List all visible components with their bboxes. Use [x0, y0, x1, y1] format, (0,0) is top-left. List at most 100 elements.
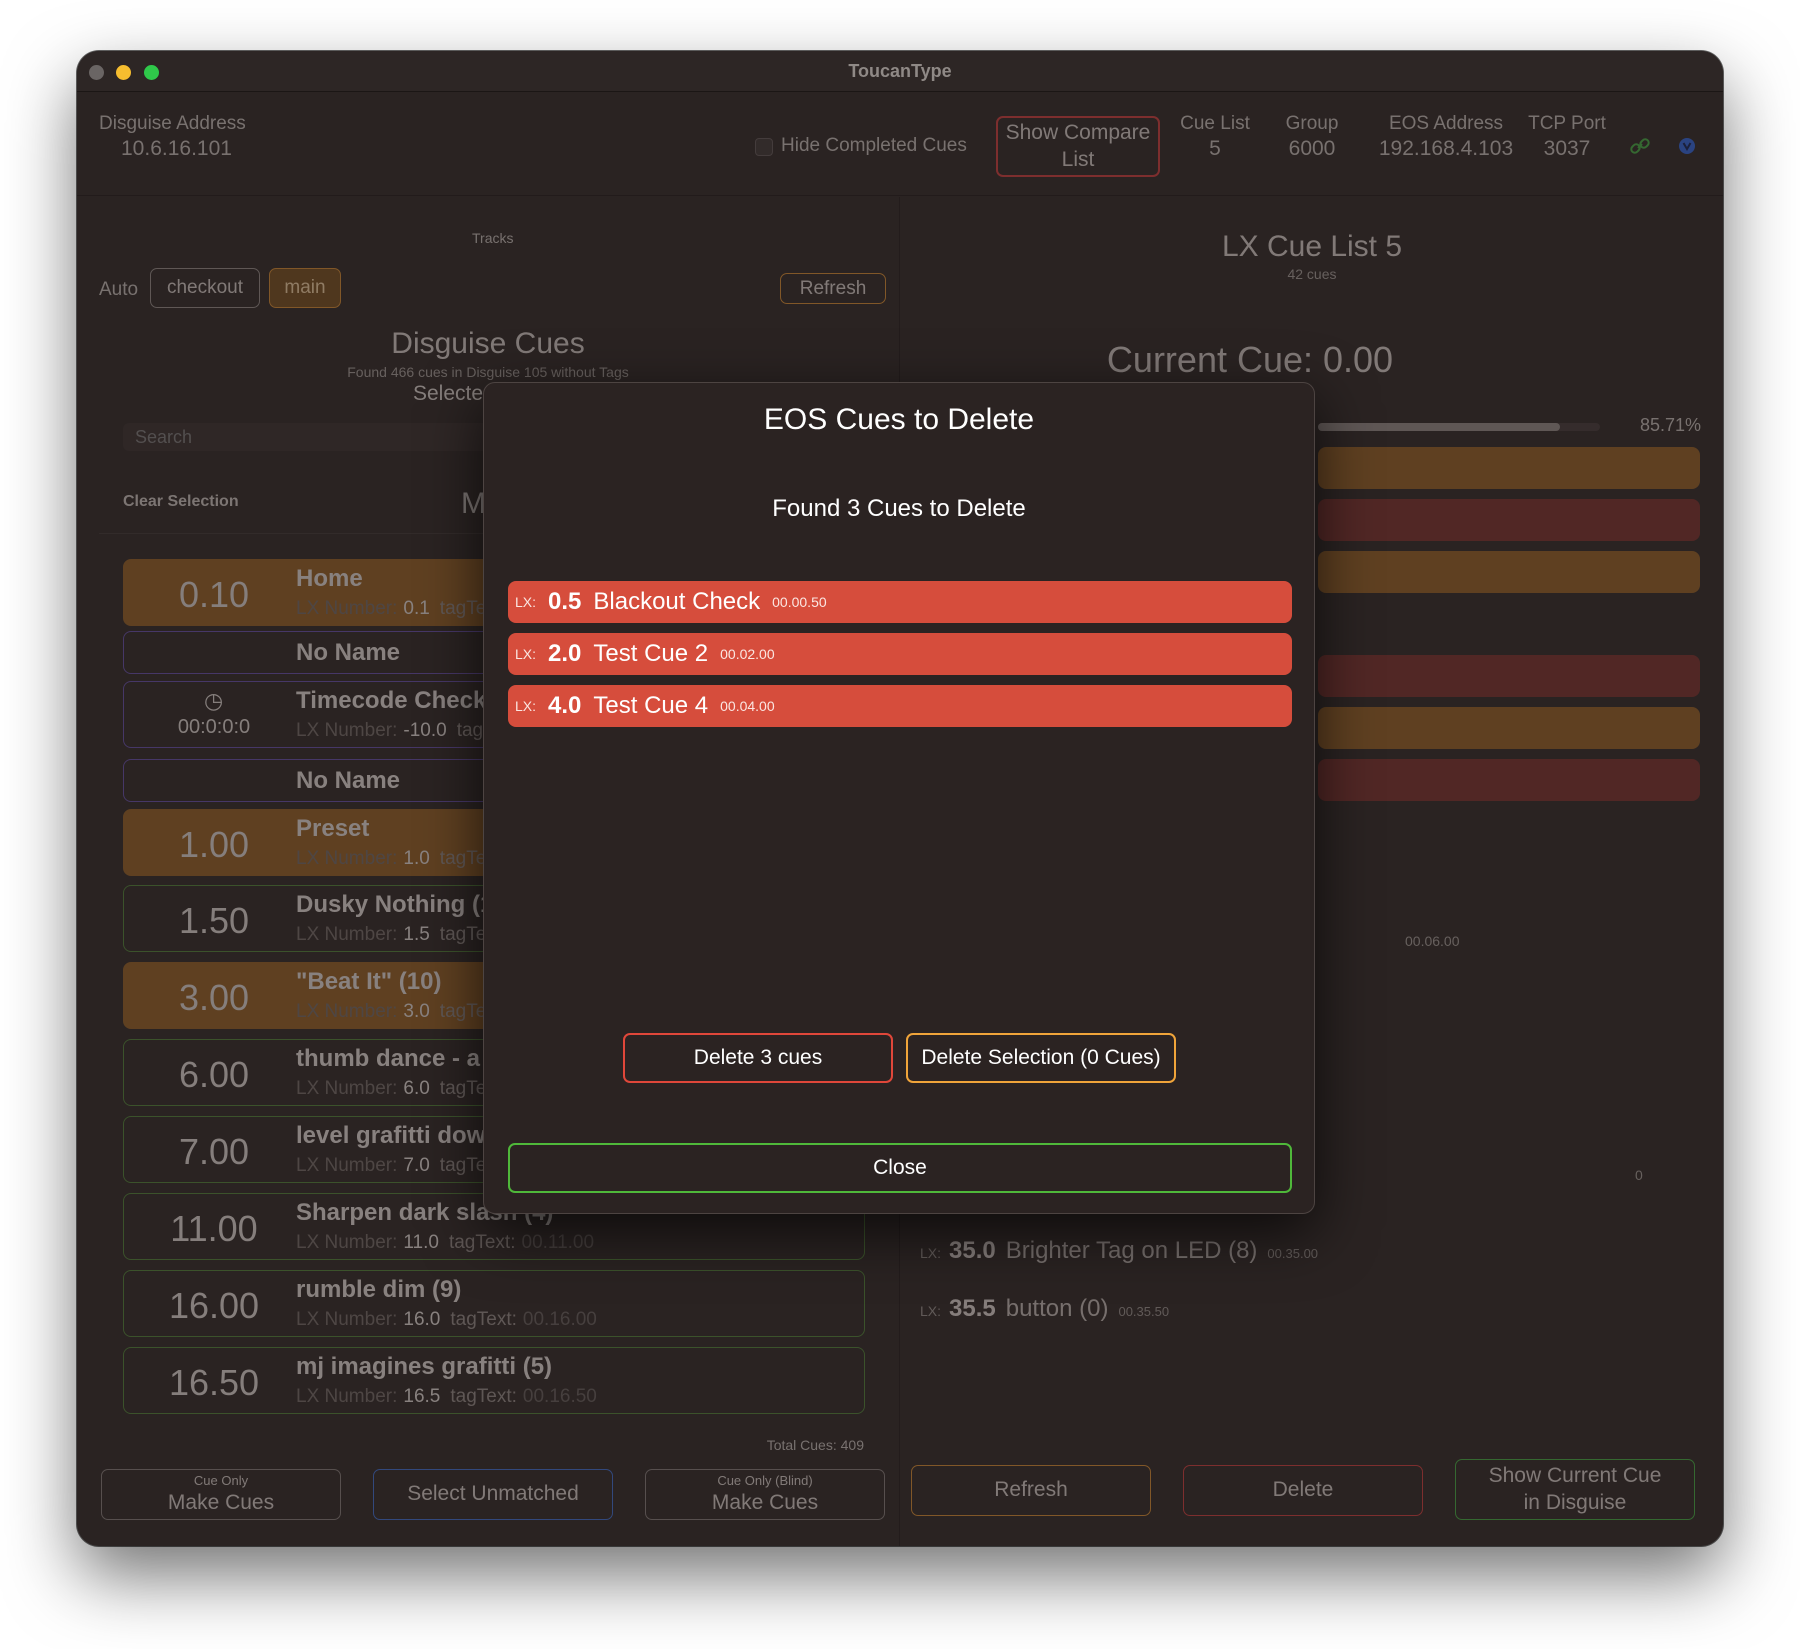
make-cues-label: Make Cues	[167, 1490, 275, 1514]
lx-number-value: 11.0	[403, 1232, 439, 1253]
lx-cue-bar[interactable]	[1318, 759, 1700, 801]
cue-number: 1.00	[178, 824, 250, 865]
cue-meta: LX Number: 16.5 tagText: 00.16.50	[296, 1386, 597, 1408]
track-checkout-button[interactable]: checkout	[150, 268, 260, 308]
disguise-address-value: 10.6.16.101	[121, 137, 232, 160]
link-icon[interactable]	[1628, 134, 1652, 158]
tracks-label: Tracks	[472, 230, 514, 246]
progress-bar	[1318, 423, 1600, 431]
lx-number-label: LX Number:	[296, 1155, 398, 1176]
make-cues-button[interactable]: Cue Only Make Cues	[101, 1469, 341, 1520]
show-compare-line1: Show Compare	[1005, 121, 1151, 145]
cue-number: 6.00	[178, 1054, 250, 1095]
lx-prefix: LX:	[920, 1303, 942, 1319]
make-cues-blind-button[interactable]: Cue Only (Blind) Make Cues	[645, 1469, 885, 1520]
delete-cue-row[interactable]: LX: 0.5 Blackout Check 00.00.50	[508, 581, 1292, 623]
lx-cue-bar[interactable]	[1318, 447, 1700, 489]
lx-cue-row[interactable]: LX: 35.0 Brighter Tag on LED (8) 00.35.00	[920, 1237, 1318, 1265]
cue-meta: LX Number: 11.0 tagText: 00.11.00	[296, 1232, 594, 1254]
cue-number: 7.00	[178, 1131, 250, 1172]
lx-cue-bar[interactable]	[1318, 655, 1700, 697]
cue-name: Home	[296, 565, 363, 592]
dialog-title: EOS Cues to Delete	[763, 403, 1035, 436]
make-cues-blind-label: Make Cues	[711, 1490, 819, 1514]
lx-delete-button[interactable]: Delete	[1183, 1465, 1423, 1516]
cue-name: Preset	[296, 815, 370, 842]
delete-cue-row[interactable]: LX: 2.0 Test Cue 2 00.02.00	[508, 633, 1292, 675]
tagtext-value: 00.11.00	[521, 1232, 595, 1253]
lx-number-value: 6.0	[403, 1078, 430, 1099]
cue-name: Timecode Check	[296, 687, 487, 714]
disguise-found-text: Found 466 cues in Disguise 105 without T…	[347, 364, 629, 380]
search-input[interactable]	[123, 423, 503, 451]
tracks-refresh-button[interactable]: Refresh	[780, 273, 886, 304]
disguise-address: Disguise Address 10.6.16.101	[99, 113, 246, 161]
clear-selection-button[interactable]: Clear Selection	[123, 493, 239, 511]
tc-fragment: 00.06.00	[1405, 933, 1460, 949]
disguise-cue-card[interactable]: 16.00 rumble dim (9) LX Number: 16.0 tagText…	[123, 1270, 865, 1337]
cue-timecode: 00:0:0:0	[177, 716, 251, 738]
lx-number-label: LX Number:	[296, 1232, 398, 1253]
close-dialog-button[interactable]: Close	[508, 1143, 1292, 1193]
track-main-button[interactable]: main	[269, 268, 341, 308]
cue-meta: LX Number: 3.0 tagText:	[296, 1001, 506, 1023]
delete-cue-name: Test Cue 2	[593, 640, 709, 667]
lx-cue-name: Brighter Tag on LED (8)	[1005, 1237, 1258, 1264]
delete-all-cues-button[interactable]: Delete 3 cues	[623, 1033, 893, 1083]
lx-cue-number: 35.5	[949, 1295, 996, 1322]
cue-name: thumb dance - a	[296, 1045, 481, 1072]
lx-prefix: LX:	[920, 1245, 942, 1261]
group-value: 6000	[1288, 137, 1336, 160]
lx-number-value: -10.0	[403, 720, 447, 741]
lx-cue-timecode: 00.35.00	[1267, 1246, 1319, 1261]
lx-number-label: LX Number:	[296, 1309, 398, 1330]
show-compare-list-button[interactable]: Show Compare List	[996, 116, 1160, 177]
delete-cue-timecode: 00.02.00	[720, 646, 775, 662]
lx-cue-row[interactable]: LX: 35.5 button (0) 00.35.50	[920, 1295, 1169, 1323]
lx-refresh-button[interactable]: Refresh	[911, 1465, 1151, 1516]
cue-number: 1.50	[178, 900, 250, 941]
hide-completed-checkbox[interactable]	[755, 138, 773, 156]
lx-cue-count: 42 cues	[1287, 266, 1337, 282]
lx-number-label: LX Number:	[296, 1078, 398, 1099]
lx-number-label: LX Number:	[296, 848, 398, 869]
header-bar: Disguise Address 10.6.16.101 Hide Comple…	[77, 92, 1723, 196]
eos-address-value: 192.168.4.103	[1378, 137, 1514, 160]
cue-meta: LX Number: 1.5 tagText:	[296, 924, 506, 946]
delete-selection-button[interactable]: Delete Selection (0 Cues)	[906, 1033, 1176, 1083]
lx-cue-bar[interactable]	[1318, 551, 1700, 593]
lx-number-value: 7.0	[403, 1155, 430, 1176]
cue-meta: LX Number: 7.0 tagText:	[296, 1155, 506, 1177]
tagtext-label: tagText:	[450, 1309, 517, 1330]
auto-label: Auto	[99, 279, 139, 300]
window-title: ToucanType	[848, 61, 952, 81]
tcp-port-label: TCP Port	[1528, 113, 1606, 134]
hide-completed-label[interactable]: Hide Completed Cues	[781, 135, 967, 157]
group-field: Group 6000	[1277, 113, 1347, 161]
select-unmatched-button[interactable]: Select Unmatched	[373, 1469, 613, 1520]
cue-number: 11.00	[170, 1208, 258, 1249]
cue-meta: LX Number: 1.0 tagText:	[296, 848, 506, 870]
selected-count-text: Selecte	[413, 382, 484, 405]
cue-number: 16.50	[168, 1362, 260, 1403]
eos-address-field: EOS Address 192.168.4.103	[1360, 113, 1532, 161]
lx-cue-timecode: 00.35.50	[1118, 1304, 1170, 1319]
lx-number-value: 3.0	[403, 1001, 430, 1022]
lx-cue-bar[interactable]	[1318, 707, 1700, 749]
title-bar: ToucanType	[77, 51, 1723, 92]
delete-cue-row[interactable]: LX: 4.0 Test Cue 4 00.04.00	[508, 685, 1292, 727]
show-current-cue-button[interactable]: Show Current Cue in Disguise	[1455, 1459, 1695, 1520]
make-cues-small-label: Cue Only	[193, 1473, 249, 1489]
v-badge-icon[interactable]	[1678, 137, 1696, 155]
delete-cue-number: 0.5	[548, 588, 582, 615]
cue-name: mj imagines grafitti (5)	[296, 1353, 553, 1380]
lx-cue-list-title: LX Cue List 5	[1221, 230, 1403, 263]
show-compare-line2: List	[1061, 147, 1095, 171]
lx-cue-bar[interactable]	[1318, 499, 1700, 541]
cue-name: rumble dim (9)	[296, 1276, 462, 1303]
cue-name: "Beat It" (10)	[296, 968, 442, 995]
cue-number: 16.00	[168, 1285, 260, 1326]
lx-number-value: 1.5	[403, 924, 430, 945]
disguise-cue-card[interactable]: 16.50 mj imagines grafitti (5) LX Number: 1…	[123, 1347, 865, 1414]
delete-cue-number: 2.0	[548, 640, 582, 667]
